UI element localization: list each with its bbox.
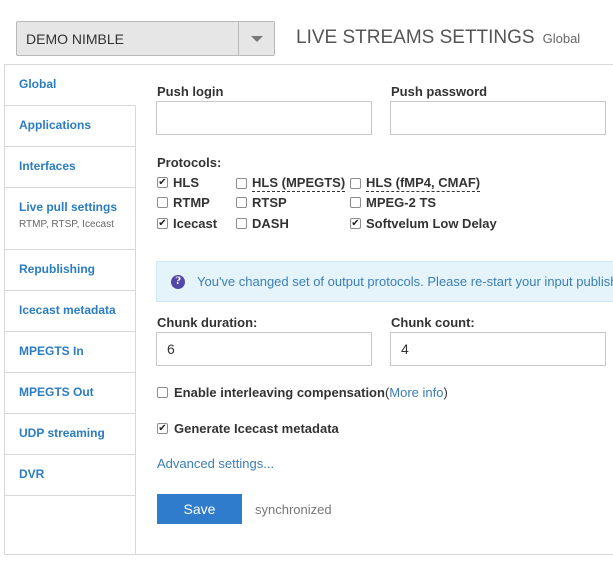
settings-content: Push login Push password Protocols: ✔ HL… [136,65,613,554]
sidebar-item-republishing[interactable]: Republishing [5,250,135,291]
protocol-rtsp[interactable]: RTSP [236,195,287,210]
protocol-label: MPEG-2 TS [366,195,437,210]
sidebar-item-mpegts-out[interactable]: MPEGTS Out [5,373,135,414]
protocol-label: HLS [173,175,199,190]
protocol-label: HLS (fMP4, CMAF) [366,175,481,192]
more-info-link[interactable]: More info [389,385,443,400]
sidebar-item-applications[interactable]: Applications [5,106,135,147]
chunk-count-label: Chunk count: [391,315,475,330]
push-login-label: Push login [157,84,224,99]
protocol-label: RTSP [252,195,287,210]
interleaving-label: Enable interleaving compensation [174,385,385,400]
close-paren: ) [443,385,448,400]
restart-notice: ? You've changed set of output protocols… [156,261,613,302]
checkbox-rtsp[interactable] [236,197,247,208]
icecast-metadata-checkbox[interactable]: ✔ [157,423,168,434]
sidebar-item-label: UDP streaming [19,426,105,440]
sidebar-item-sublabel: RTMP, RTSP, Icecast [19,219,114,230]
checkbox-hls[interactable]: ✔ [157,177,168,188]
checkbox-hls-mpegts[interactable] [236,178,247,189]
icecast-metadata-label: Generate Icecast metadata [174,421,339,436]
sidebar-item-label: MPEGTS In [19,344,84,358]
push-password-input[interactable] [390,101,606,135]
checkbox-rtmp[interactable] [157,197,168,208]
checkbox-mpeg2-ts[interactable] [350,197,361,208]
sidebar-item-label: Icecast metadata [19,303,116,317]
chevron-down-icon [250,35,263,42]
protocol-label: RTMP [173,195,210,210]
server-select[interactable]: DEMO NIMBLE [16,21,275,56]
chunk-duration-input[interactable] [156,332,372,366]
save-button[interactable]: Save [157,494,242,524]
sidebar-item-label: DVR [19,467,45,481]
sidebar-item-label: Global [19,77,57,91]
page-title-text: LIVE STREAMS SETTINGS [296,27,535,48]
checkbox-softvelum-low-delay[interactable]: ✔ [350,218,361,229]
icecast-metadata-option[interactable]: ✔ Generate Icecast metadata [157,421,339,436]
protocols-label: Protocols: [157,155,222,170]
protocol-label: DASH [252,216,289,231]
page-title: LIVE STREAMS SETTINGS Global [296,27,580,49]
chunk-duration-label: Chunk duration: [157,315,258,330]
push-login-input[interactable] [156,101,372,135]
sidebar-item-udp-streaming[interactable]: UDP streaming [5,414,135,455]
checkbox-hls-fmp4-cmaf[interactable] [350,178,361,189]
interleaving-option[interactable]: Enable interleaving compensation (More i… [157,385,448,400]
push-password-label: Push password [391,84,488,99]
protocol-label: Softvelum Low Delay [366,216,497,231]
protocol-hls[interactable]: ✔ HLS [157,175,199,190]
sidebar-item-global[interactable]: Global [5,65,136,106]
page-scope: Global [542,31,581,46]
sidebar-item-label: Applications [19,118,92,132]
sidebar-item-icecast-metadata[interactable]: Icecast metadata [5,291,135,332]
protocol-dash[interactable]: DASH [236,216,289,231]
checkbox-dash[interactable] [236,218,247,229]
sidebar-item-mpegts-in[interactable]: MPEGTS In [5,332,135,373]
sidebar-item-dvr[interactable]: DVR [5,455,135,496]
sync-status: synchronized [255,502,332,517]
server-select-toggle[interactable] [238,22,274,55]
sidebar-item-live-pull-settings[interactable]: Live pull settings RTMP, RTSP, Icecast [5,188,135,250]
protocol-rtmp[interactable]: RTMP [157,195,210,210]
protocol-icecast[interactable]: ✔ Icecast [157,216,217,231]
protocol-mpeg2-ts[interactable]: MPEG-2 TS [350,195,436,210]
sidebar-item-label: Live pull settings [19,200,118,214]
advanced-settings-link[interactable]: Advanced settings... [157,456,274,471]
protocol-label: HLS (MPEGTS) [252,175,346,192]
info-icon: ? [171,274,185,289]
sidebar-item-label: MPEGTS Out [19,385,94,399]
protocol-hls-fmp4-cmaf[interactable]: HLS (fMP4, CMAF) [350,175,481,192]
sidebar-item-label: Republishing [19,262,95,276]
sidebar-item-interfaces[interactable]: Interfaces [5,147,135,188]
protocol-hls-mpegts[interactable]: HLS (MPEGTS) [236,175,346,192]
settings-panel: Global Applications Interfaces Live pull… [4,64,613,555]
protocol-softvelum-low-delay[interactable]: ✔ Softvelum Low Delay [350,216,497,231]
protocol-label: Icecast [173,216,218,231]
chunk-count-input[interactable] [390,332,606,366]
server-select-value: DEMO NIMBLE [26,30,125,47]
interleaving-checkbox[interactable] [157,387,168,398]
restart-notice-text: You've changed set of output protocols. … [197,274,613,289]
checkbox-icecast[interactable]: ✔ [157,218,168,229]
sidebar-item-label: Interfaces [19,159,76,173]
sidebar: Global Applications Interfaces Live pull… [5,65,136,554]
